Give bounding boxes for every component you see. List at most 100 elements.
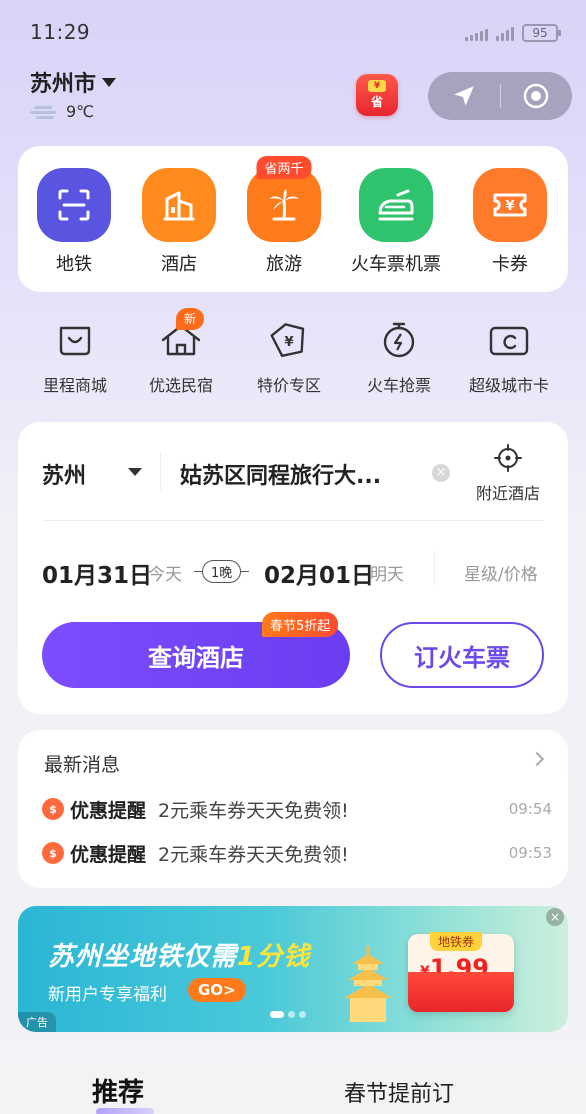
weather: 9℃ — [30, 102, 94, 121]
city-card-icon — [484, 318, 534, 362]
city-selector[interactable]: 苏州市 — [30, 66, 117, 98]
sub-nav-train-grab[interactable]: 火车抢票 — [344, 318, 454, 396]
stopwatch-icon — [374, 318, 424, 362]
svg-text:¥: ¥ — [284, 335, 293, 350]
nav-travel-label: 旅游 — [266, 254, 302, 275]
latest-news-card[interactable]: 最新消息 $ 优惠提醒 2元乘车券天天免费领! 09:54 $ 优惠提醒 2元乘… — [18, 730, 568, 888]
close-icon[interactable]: × — [546, 908, 564, 926]
divider — [160, 452, 161, 490]
ticket-tag: 地铁券 — [430, 932, 483, 951]
carousel-dots — [270, 1011, 306, 1018]
savings-coupon-button[interactable]: ¥ 省 — [356, 74, 398, 116]
coupon-yen-icon: ¥ — [368, 80, 386, 92]
nights-count: 1晚 — [202, 560, 242, 583]
nav-coupons-label: 卡券 — [492, 254, 528, 275]
news-text: 2元乘车券天天免费领! — [158, 799, 349, 822]
checkout-day: 明天 — [370, 565, 404, 585]
nav-train-flight-label: 火车票机票 — [351, 254, 441, 275]
signal-icon — [465, 25, 488, 41]
city-caret-down-icon[interactable] — [128, 468, 142, 476]
house-icon: 新 — [156, 308, 206, 362]
news-time: 09:53 — [508, 844, 552, 862]
location-button[interactable] — [428, 72, 500, 120]
spring-promo-tag: 春节5折起 — [262, 612, 339, 637]
status-icons: 95 — [465, 24, 561, 42]
travel-promo-tag: 省两千 — [256, 156, 312, 179]
tab-recommend[interactable]: 推荐 — [92, 1072, 144, 1109]
news-title: 最新消息 — [44, 754, 121, 776]
haze-icon — [30, 104, 60, 120]
star-price-filter[interactable]: 星级/价格 — [464, 560, 538, 585]
locate-crosshair-icon — [494, 444, 522, 472]
news-text: 2元乘车券天天免费领! — [158, 843, 349, 866]
ticket-icon: ¥ — [473, 168, 547, 242]
sub-nav-train-grab-label: 火车抢票 — [366, 376, 431, 395]
ad-label: 广告 — [18, 1012, 56, 1032]
ad-go-button[interactable]: GO> — [188, 978, 246, 1002]
palm-tree-icon: 省两千 — [247, 156, 321, 242]
metro-scan-icon — [37, 168, 111, 242]
nav-metro[interactable]: 地铁 — [14, 168, 134, 276]
ad-title-text: 苏州坐地铁仅需 — [48, 942, 238, 972]
sub-nav-special-deals-label: 特价专区 — [256, 376, 321, 395]
nearby-hotels-button[interactable]: 附近酒店 — [468, 444, 548, 504]
checkout-date[interactable]: 02月01日 — [264, 556, 374, 590]
mini-program-capsule — [428, 72, 572, 120]
divider — [434, 550, 435, 586]
hotel-building-icon — [142, 168, 216, 242]
sub-nav-special-deals[interactable]: ¥ 特价专区 — [234, 318, 344, 396]
sub-nav-mileage-mall-label: 里程商城 — [42, 376, 107, 395]
target-circle-icon — [524, 83, 549, 109]
checkin-day: 今天 — [148, 565, 182, 585]
news-time: 09:54 — [508, 800, 552, 818]
ad-title: 苏州坐地铁仅需1分钱 — [48, 936, 310, 973]
metro-coupon-ticket: 地铁券 ¥1.99 — [408, 932, 514, 1012]
temperature: 9℃ — [66, 102, 95, 121]
hotel-search-card: 苏州 姑苏区同程旅行大... × 附近酒店 01月31日 今天 1晚 02月01… — [18, 422, 568, 714]
discount-bag-icon: $ — [42, 842, 64, 864]
svg-text:¥: ¥ — [505, 199, 514, 214]
chevron-right-icon[interactable] — [529, 751, 545, 767]
nav-metro-label: 地铁 — [56, 254, 92, 275]
sub-nav-city-card[interactable]: 超级城市卡 — [454, 318, 564, 396]
sub-nav-homestay[interactable]: 新 优选民宿 — [126, 308, 236, 396]
nav-coupons[interactable]: ¥ 卡券 — [450, 168, 570, 276]
sub-nav-city-card-label: 超级城市卡 — [468, 376, 549, 395]
search-city[interactable]: 苏州 — [42, 458, 86, 490]
divider — [42, 520, 544, 521]
sub-nav-homestay-label: 优选民宿 — [148, 376, 213, 395]
train-icon — [359, 168, 433, 242]
ad-subtitle: 新用户专享福利 — [48, 985, 167, 1005]
nights-indicator: 1晚 — [194, 560, 250, 583]
pagoda-illustration-icon — [344, 946, 392, 1022]
main-nav-card: 地铁 酒店 省两千 旅游 火车票机票 ¥ 卡券 — [18, 146, 568, 292]
nearby-hotels-label: 附近酒店 — [475, 484, 540, 503]
close-program-button[interactable] — [501, 72, 573, 120]
destination-input[interactable]: 姑苏区同程旅行大... — [180, 458, 381, 490]
sub-nav-mileage-mall[interactable]: 里程商城 — [20, 318, 130, 396]
ad-banner[interactable]: 苏州坐地铁仅需1分钱 新用户专享福利 GO> 地铁券 ¥1.99 广告 × — [18, 906, 568, 1032]
status-bar: 11:29 95 — [0, 0, 586, 64]
clear-icon[interactable]: × — [432, 464, 450, 482]
news-type: 优惠提醒 — [70, 843, 147, 866]
signal-icon-2 — [496, 25, 514, 41]
book-train-button[interactable]: 订火车票 — [380, 622, 544, 688]
navigation-arrow-icon — [454, 86, 474, 106]
nav-hotel[interactable]: 酒店 — [119, 168, 239, 276]
status-time: 11:29 — [30, 20, 91, 44]
nav-travel[interactable]: 省两千 旅游 — [224, 156, 344, 276]
discount-bag-icon: $ — [42, 798, 64, 820]
ad-title-highlight: 1分钱 — [237, 942, 311, 972]
tab-spring-booking[interactable]: 春节提前订 — [344, 1076, 454, 1108]
news-item[interactable]: $ 优惠提醒 2元乘车券天天免费领! 09:54 — [42, 794, 552, 824]
nav-hotel-label: 酒店 — [161, 254, 197, 275]
battery-icon: 95 — [522, 24, 561, 42]
news-item[interactable]: $ 优惠提醒 2元乘车券天天免费领! 09:53 — [42, 838, 552, 868]
nav-train-flight[interactable]: 火车票机票 — [336, 168, 456, 276]
news-type: 优惠提醒 — [70, 799, 147, 822]
shopping-bag-icon — [50, 318, 100, 362]
checkin-date[interactable]: 01月31日 — [42, 556, 152, 590]
price-tag-icon: ¥ — [264, 318, 314, 362]
caret-down-icon — [102, 77, 117, 87]
coupon-save-label: 省 — [370, 95, 383, 109]
